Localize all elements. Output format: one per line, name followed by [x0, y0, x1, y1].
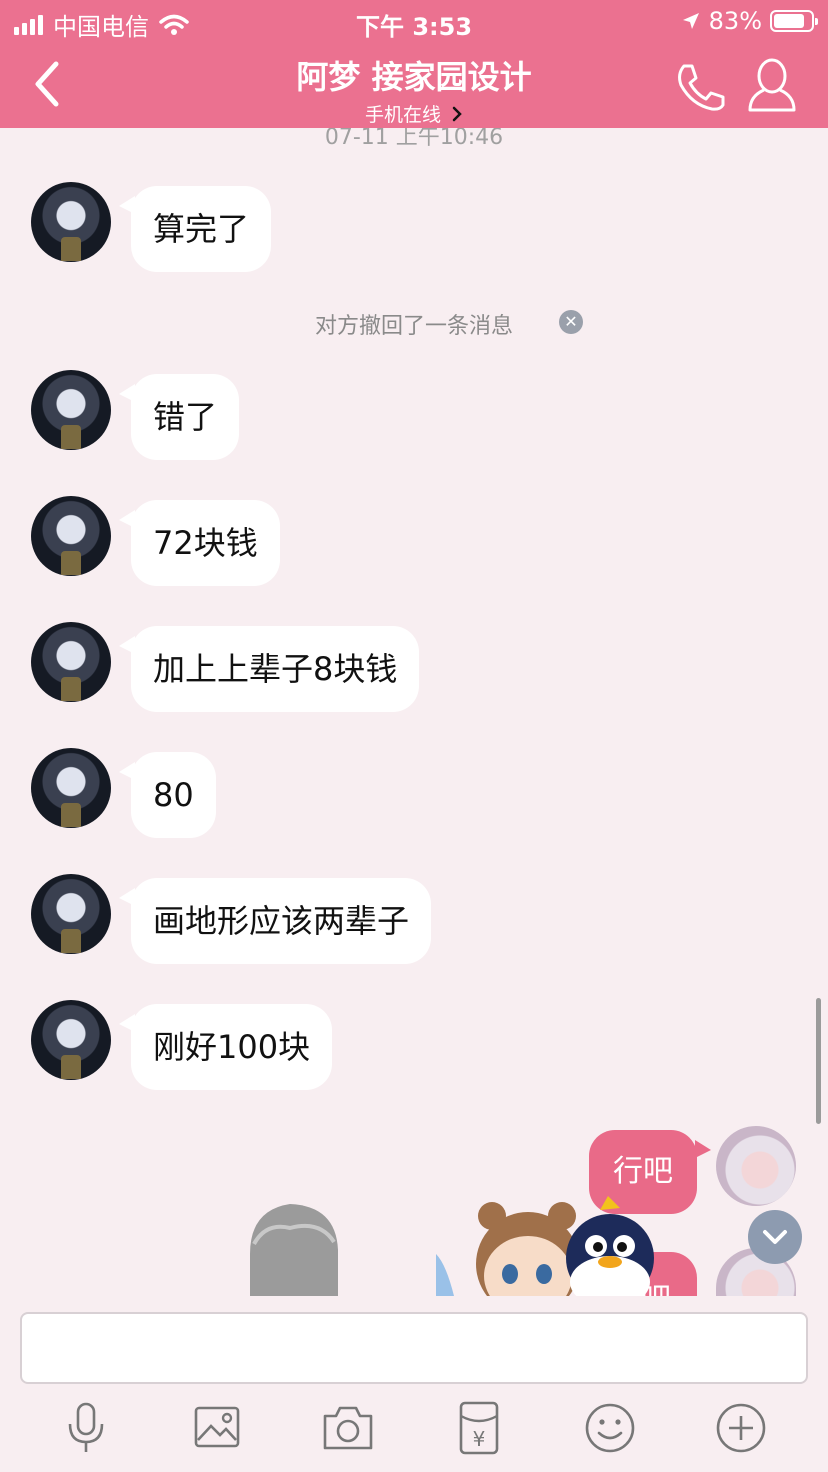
- contact-avatar[interactable]: [31, 182, 111, 262]
- message-bubble[interactable]: 80: [119, 752, 216, 838]
- sticker-decoration: [250, 1196, 654, 1296]
- chat-message-list[interactable]: 07-11 上午10:46 算完了 对方撤回了一条消息 ✕ 错了 72块钱 加上…: [0, 128, 828, 1296]
- battery-percent: 83%: [708, 7, 762, 35]
- phone-icon[interactable]: [672, 60, 728, 112]
- battery-icon: [770, 10, 818, 32]
- message-bubble[interactable]: 画地形应该两辈子: [118, 878, 432, 964]
- message-bubble[interactable]: 刚好100块: [118, 1004, 333, 1090]
- svg-text:¥: ¥: [473, 1427, 486, 1451]
- message-input[interactable]: [20, 1312, 808, 1384]
- recall-notice: 对方撤回了一条消息: [314, 314, 513, 339]
- message-bubble[interactable]: 加上上辈子8块钱: [118, 626, 420, 712]
- my-avatar[interactable]: [716, 1126, 796, 1206]
- message-bubble[interactable]: 算完了: [118, 186, 272, 272]
- emoji-icon[interactable]: [580, 1400, 640, 1456]
- silhouette-sticker: [250, 1204, 338, 1296]
- contact-avatar[interactable]: [31, 874, 111, 954]
- profile-icon[interactable]: [744, 56, 800, 116]
- status-bar: 中国电信 下午 3:53 83%: [0, 0, 828, 41]
- camera-icon[interactable]: [318, 1400, 378, 1456]
- contact-avatar[interactable]: [31, 748, 111, 828]
- message-bubble[interactable]: 错了: [118, 374, 240, 460]
- message-bubble[interactable]: 72块钱: [119, 500, 280, 586]
- red-packet-icon[interactable]: ¥: [449, 1400, 509, 1456]
- butterfly-wing: [436, 1254, 454, 1296]
- contact-avatar[interactable]: [31, 370, 111, 450]
- status-right: 83%: [681, 7, 818, 35]
- plus-icon[interactable]: [711, 1400, 771, 1456]
- scroll-indicator[interactable]: [816, 998, 821, 1124]
- location-arrow-icon: [682, 13, 699, 29]
- message-timestamp: 07-11 上午10:46: [324, 128, 504, 150]
- image-icon[interactable]: [187, 1400, 247, 1456]
- girl-sticker: [476, 1202, 580, 1296]
- contact-avatar[interactable]: [31, 1000, 111, 1080]
- microphone-icon[interactable]: [56, 1400, 116, 1456]
- chevron-down-icon: [763, 1230, 787, 1244]
- battery-fill: [774, 14, 804, 28]
- penguin-sticker: [566, 1196, 654, 1296]
- contact-avatar[interactable]: [31, 622, 111, 702]
- chat-header: 阿梦 接家园设计 手机在线: [0, 40, 828, 128]
- online-status-label: 手机在线: [364, 104, 441, 126]
- scroll-down-button[interactable]: [748, 1210, 802, 1264]
- input-panel: ¥: [0, 1296, 828, 1472]
- close-icon[interactable]: ✕: [559, 310, 583, 334]
- contact-avatar[interactable]: [31, 496, 111, 576]
- chevron-right-icon: [452, 106, 462, 122]
